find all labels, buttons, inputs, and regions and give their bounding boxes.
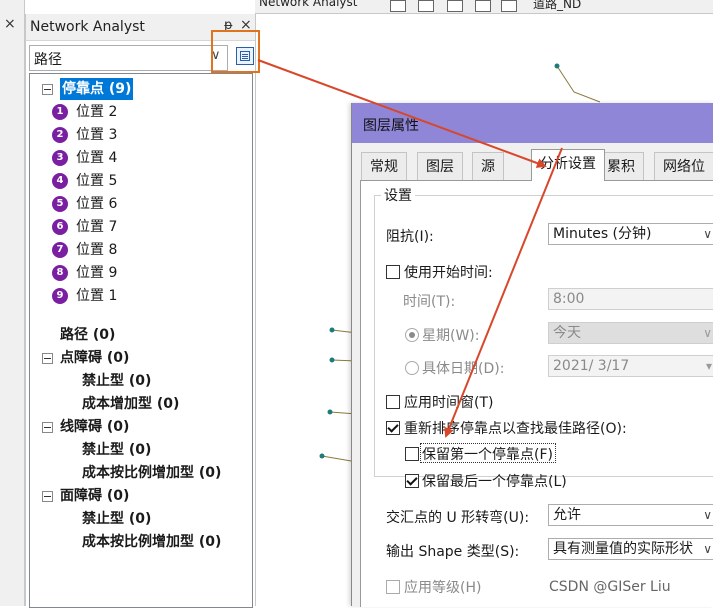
watermark: CSDN @GISer Liu (549, 579, 671, 595)
annotation-arrow (257, 59, 547, 168)
annotation-arrow (444, 147, 563, 438)
annotation-arrows (257, 59, 563, 438)
